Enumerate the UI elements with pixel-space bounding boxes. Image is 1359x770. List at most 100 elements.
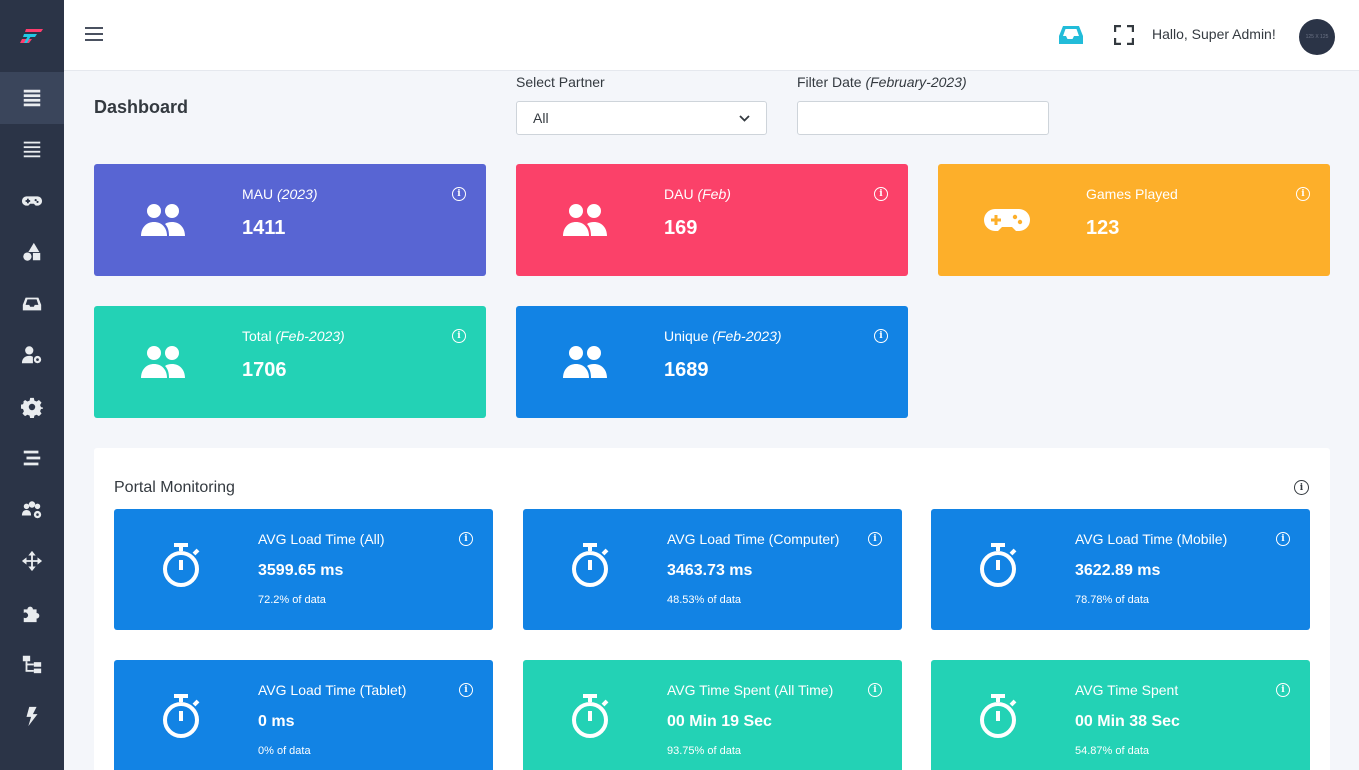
sidebar-item-dashboard[interactable]: [0, 72, 64, 124]
stat-value: 1411: [242, 217, 286, 239]
metric-value: 0 ms: [258, 713, 295, 730]
stat-label: Total (Feb-2023): [242, 328, 345, 344]
puzzle-icon: [23, 606, 40, 622]
metric-value: 3599.65 ms: [258, 562, 344, 579]
bolt-icon: [26, 706, 38, 726]
sidebar-item-user-settings[interactable]: [0, 330, 64, 382]
stat-label: Unique (Feb-2023): [664, 328, 782, 344]
info-icon[interactable]: i: [459, 532, 473, 546]
chevron-down-icon: [739, 114, 750, 122]
metric-card-load-time-computer: AVG Load Time (Computer) 3463.73 ms 48.5…: [523, 509, 902, 630]
inbox-icon[interactable]: [1058, 24, 1084, 46]
stat-value: 1689: [664, 359, 709, 381]
partner-filter-label: Select Partner: [516, 74, 605, 90]
info-icon[interactable]: i: [452, 329, 466, 343]
stopwatch-icon: [572, 543, 609, 587]
info-icon[interactable]: i: [874, 187, 888, 201]
stat-card-dau: DAU (Feb) 169 i: [516, 164, 908, 276]
metric-label: AVG Load Time (Computer): [667, 531, 840, 547]
metric-coverage: 72.2% of data: [258, 594, 326, 606]
stat-card-total: Total (Feb-2023) 1706 i: [94, 306, 486, 418]
users-icon: [141, 346, 185, 378]
date-filter-label-text: Filter Date: [797, 74, 862, 90]
sidebar-item-actions[interactable]: [0, 690, 64, 742]
info-icon[interactable]: i: [1276, 683, 1290, 697]
metric-card-load-time-mobile: AVG Load Time (Mobile) 3622.89 ms 78.78%…: [931, 509, 1310, 630]
metric-value: 00 Min 19 Sec: [667, 713, 772, 730]
info-icon[interactable]: i: [1276, 532, 1290, 546]
users-icon: [141, 204, 185, 236]
info-icon[interactable]: i: [874, 329, 888, 343]
sidebar-item-categories[interactable]: [0, 227, 64, 279]
stopwatch-icon: [980, 694, 1017, 738]
stopwatch-icon: [572, 694, 609, 738]
stat-card-unique: Unique (Feb-2023) 1689 i: [516, 306, 908, 418]
metric-coverage: 48.53% of data: [667, 594, 742, 606]
metric-label: AVG Time Spent: [1075, 682, 1179, 698]
sidebar: [0, 0, 64, 770]
portal-monitoring-panel: Portal Monitoring i AVG Load Time (All) …: [94, 448, 1330, 770]
list-alt-icon: [23, 141, 41, 158]
metric-label: AVG Load Time (Mobile): [1075, 531, 1228, 547]
metric-label: AVG Load Time (Tablet): [258, 682, 407, 698]
date-filter-input[interactable]: [797, 101, 1049, 135]
metric-value: 3463.73 ms: [667, 562, 753, 579]
stat-label: Games Played: [1086, 186, 1178, 202]
info-icon[interactable]: i: [1296, 187, 1310, 201]
metric-card-time-spent: AVG Time Spent 00 Min 38 Sec 54.87% of d…: [931, 660, 1310, 770]
app-logo[interactable]: [0, 0, 64, 72]
avatar[interactable]: 125 X 125: [1299, 19, 1335, 55]
metric-card-load-time-tablet: AVG Load Time (Tablet) 0 ms 0% of data i: [114, 660, 493, 770]
stat-label: DAU (Feb): [664, 186, 731, 202]
page-title: Dashboard: [94, 97, 189, 117]
metric-coverage: 54.87% of data: [1075, 745, 1150, 757]
list-icon: [23, 89, 41, 106]
metric-value: 00 Min 38 Sec: [1075, 713, 1180, 730]
date-filter-label: Filter Date (February-2023): [797, 74, 967, 90]
logo-icon: [20, 29, 43, 43]
sidebar-item-move[interactable]: [0, 536, 64, 588]
gear-icon: [21, 397, 43, 418]
partner-select-value: All: [533, 110, 549, 126]
stopwatch-icon: [980, 543, 1017, 587]
user-greeting[interactable]: Hallo, Super Admin!: [1152, 26, 1276, 42]
user-cog-icon: [21, 346, 42, 364]
info-icon[interactable]: i: [452, 187, 466, 201]
gamepad-icon: [21, 196, 43, 206]
metric-label: AVG Time Spent (All Time): [667, 682, 834, 698]
stat-value: 123: [1086, 217, 1120, 239]
date-filter-hint: (February-2023): [865, 74, 967, 90]
portal-monitoring-title: Portal Monitoring: [114, 479, 235, 496]
sidebar-item-settings[interactable]: [0, 381, 64, 433]
sidebar-item-plugins[interactable]: [0, 587, 64, 639]
partner-select[interactable]: All: [516, 101, 767, 135]
hamburger-menu-icon[interactable]: [85, 27, 103, 43]
metric-coverage: 93.75% of data: [667, 745, 742, 757]
stat-card-mau: MAU (2023) 1411 i: [94, 164, 486, 276]
arrows-icon: [21, 551, 43, 572]
stat-value: 169: [664, 217, 698, 239]
inbox-icon: [22, 297, 42, 311]
sidebar-item-inbox[interactable]: [0, 278, 64, 330]
users-cog-icon: [21, 501, 42, 518]
sidebar-item-reports[interactable]: [0, 124, 64, 176]
sidebar-item-menu[interactable]: [0, 433, 64, 485]
fullscreen-icon[interactable]: [1114, 25, 1134, 45]
sitemap-icon: [22, 656, 42, 674]
stat-value: 1706: [242, 359, 287, 381]
sidebar-item-games[interactable]: [0, 175, 64, 227]
info-icon[interactable]: i: [1294, 480, 1309, 495]
stopwatch-icon: [163, 543, 200, 587]
metric-coverage: 78.78% of data: [1075, 594, 1150, 606]
sidebar-item-structure[interactable]: [0, 639, 64, 691]
stopwatch-icon: [163, 694, 200, 738]
stream-icon: [23, 450, 41, 466]
shapes-icon: [23, 243, 41, 261]
metric-card-time-spent-all-time: AVG Time Spent (All Time) 00 Min 19 Sec …: [523, 660, 902, 770]
info-icon[interactable]: i: [459, 683, 473, 697]
metric-card-load-time-all: AVG Load Time (All) 3599.65 ms 72.2% of …: [114, 509, 493, 630]
sidebar-item-groups[interactable]: [0, 484, 64, 536]
info-icon[interactable]: i: [868, 683, 882, 697]
info-icon[interactable]: i: [868, 532, 882, 546]
users-icon: [563, 346, 607, 378]
